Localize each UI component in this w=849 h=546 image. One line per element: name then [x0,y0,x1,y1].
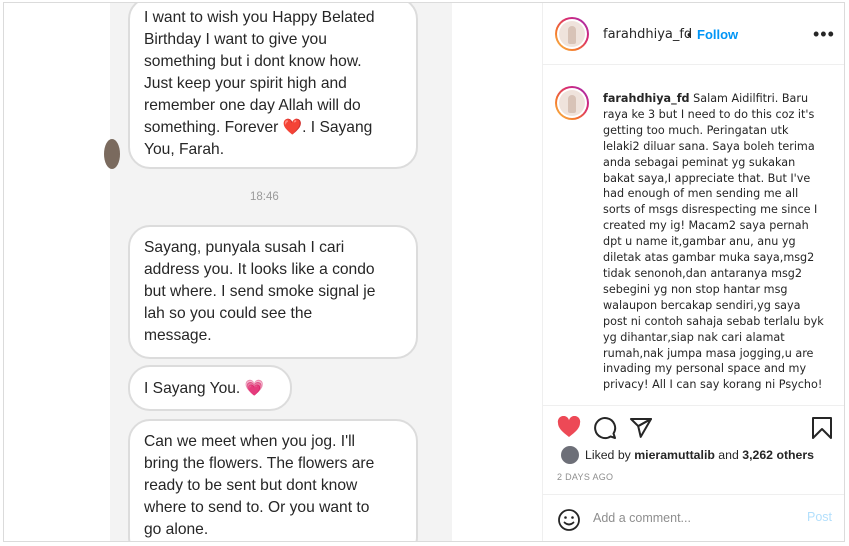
profile-avatar[interactable] [555,17,589,51]
message-timestamp: 18:46 [250,191,279,203]
comment-icon[interactable] [593,416,617,445]
post-header: farahdhiya_fd • Follow ••• [543,3,844,65]
red-heart-emoji: ❤️ [282,119,303,136]
comment-form: Post [543,494,844,541]
share-icon[interactable] [629,416,653,445]
caption-area[interactable]: farahdhiya_fd Salam Aidilfitri. Baru ray… [543,66,844,404]
post-media[interactable]: I want to wish you Happy Belated Birthda… [4,3,542,541]
liker-username[interactable]: mieramuttalib [634,448,715,462]
caption-avatar[interactable] [555,86,589,120]
likes-and: and [718,448,739,462]
message-bubble: I want to wish you Happy Belated Birthda… [128,3,418,169]
bookmark-icon[interactable] [811,416,833,445]
follow-button[interactable]: Follow [697,27,738,42]
profile-picture [559,90,585,116]
likes-count[interactable]: 3,262 others [742,448,814,462]
post-button[interactable]: Post [807,510,832,524]
post-date[interactable]: 2 DAYS AGO [557,472,613,482]
caption-username[interactable]: farahdhiya_fd [603,92,690,105]
sender-avatar-fragment [104,139,120,169]
message-bubble: I Sayang You. 💗 [128,365,292,411]
dm-screenshot: I want to wish you Happy Belated Birthda… [110,3,452,541]
likes-prefix: Liked by [585,448,631,462]
more-icon[interactable]: ••• [813,25,835,43]
message-bubble: Sayang, punyala susah I cari address you… [128,225,418,359]
message-text: I Sayang You. [144,380,241,397]
message-text: I want to wish you Happy Belated Birthda… [144,9,375,136]
post-caption: farahdhiya_fd Salam Aidilfitri. Baru ray… [603,91,825,393]
likes-summary: Liked by mieramuttalib and 3,262 others [561,444,841,466]
action-bar: Liked by mieramuttalib and 3,262 others … [543,405,844,541]
post-modal: I want to wish you Happy Belated Birthda… [3,2,845,542]
liker-avatar[interactable] [561,446,579,464]
caption-text: Salam Aidilfitri. Baru raya ke 3 but I n… [603,92,824,392]
heart-icon[interactable] [557,415,581,443]
message-bubble: Can we meet when you jog. I'll bring the… [128,419,418,541]
post-side-panel: farahdhiya_fd • Follow ••• farahdhiya_fd… [542,3,844,541]
profile-picture [559,21,585,47]
emoji-icon[interactable] [557,508,581,537]
comment-input[interactable] [593,507,793,529]
header-username[interactable]: farahdhiya_fd [603,27,692,42]
pink-heart-emoji: 💗 [244,380,265,397]
separator-dot: • [687,27,692,42]
